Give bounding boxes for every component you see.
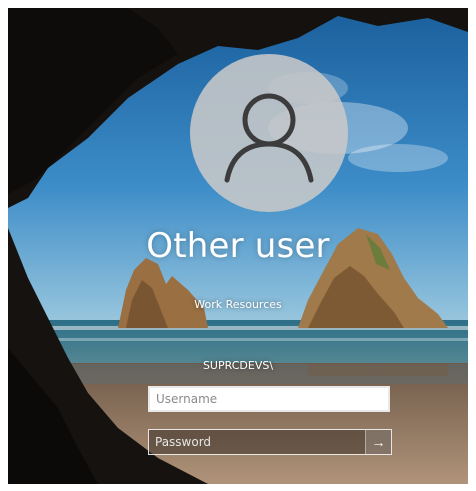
password-input[interactable] (149, 430, 365, 454)
sign-in-to-label: Work Resources (194, 298, 282, 311)
username-input[interactable] (148, 386, 390, 412)
user-name: Other user (146, 226, 330, 266)
domain-prefix: SUPRCDEVS\ (202, 359, 274, 372)
password-row: → (148, 429, 392, 455)
lock-screen: Other user Work Resources SUPRCDEVS\ → (8, 8, 468, 484)
submit-button[interactable]: → (365, 430, 391, 454)
user-avatar (190, 54, 348, 212)
user-silhouette-icon (224, 93, 314, 183)
arrow-right-icon: → (371, 434, 386, 450)
